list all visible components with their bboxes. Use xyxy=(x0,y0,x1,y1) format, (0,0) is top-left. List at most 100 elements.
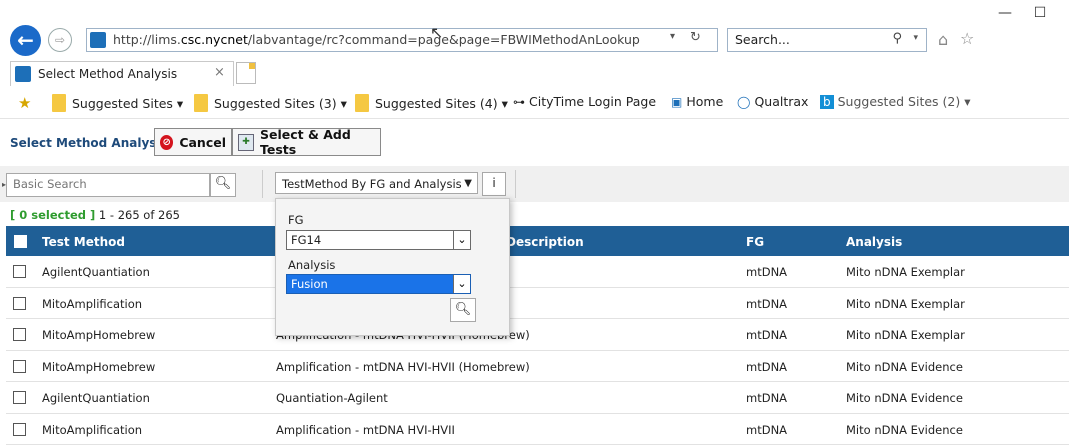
table-row[interactable]: MitoAmpHomebrew Amplification - mtDNA HV… xyxy=(6,319,1069,351)
fav-home[interactable]: ▣Home xyxy=(671,94,723,109)
cell-test-method: AgilentQuantiation xyxy=(42,391,150,405)
address-bar: ← ⇨ http://lims.csc.nycnet/labvantage/rc… xyxy=(0,22,1069,60)
table-row[interactable]: AgilentQuantiation mtDNA Mito nDNA Exemp… xyxy=(6,256,1069,288)
basic-search-button[interactable]: 🔍︎ xyxy=(210,173,236,197)
basic-search-field[interactable]: ▸ xyxy=(6,173,210,197)
cell-test-method: MitoAmpHomebrew xyxy=(42,360,155,374)
analysis-label: Analysis xyxy=(288,258,335,272)
row-checkbox[interactable] xyxy=(13,328,26,341)
cell-fg: mtDNA xyxy=(746,328,787,342)
cell-analysis: Mito nDNA Evidence xyxy=(846,360,963,374)
table-row[interactable]: MitoAmplification mtDNA Mito nDNA Exempl… xyxy=(6,288,1069,320)
search-strip: ▸ 🔍︎ TestMethod By FG and Analysis▼ i xyxy=(0,166,1069,202)
cell-test-method: MitoAmplification xyxy=(42,297,142,311)
selection-info: [ 0 selected ] 1 - 265 of 265 xyxy=(10,208,180,222)
col-test-method[interactable]: Test Method xyxy=(42,235,125,249)
chevron-down-icon[interactable]: ⌄ xyxy=(453,231,470,249)
cell-description: Amplification - mtDNA HVI-HVII xyxy=(276,423,455,437)
search-icon: 🔍︎ xyxy=(215,176,232,191)
tab-bar: Select Method Analysis × xyxy=(0,60,1069,86)
cell-description: Amplification - mtDNA HVI-HVII (Homebrew… xyxy=(276,360,530,374)
tab-select-method-analysis[interactable]: Select Method Analysis × xyxy=(10,61,234,86)
cell-fg: mtDNA xyxy=(746,297,787,311)
fav-qualtrax[interactable]: ◯Qualtrax xyxy=(737,94,808,109)
table-row[interactable]: MitoAmplification Amplification - mtDNA … xyxy=(6,414,1069,445)
fav-citytime-login[interactable]: ⊶CityTime Login Page xyxy=(513,94,656,109)
page-title: Select Method Analysis xyxy=(10,136,168,150)
row-checkbox[interactable] xyxy=(13,297,26,310)
fav-suggested-sites-4[interactable]: Suggested Sites (4) ▾ xyxy=(355,94,508,112)
lookup-filter-popup: FG FG14 ⌄ Analysis Fusion ⌄ 🔍︎ xyxy=(275,198,510,336)
search-icon[interactable]: ⚲ xyxy=(892,31,902,46)
favorites-star-icon[interactable]: ☆ xyxy=(960,29,974,48)
popup-search-button[interactable]: 🔍︎ xyxy=(450,298,476,322)
fav-suggested-sites-3[interactable]: Suggested Sites (3) ▾ xyxy=(194,94,347,112)
cancel-button[interactable]: ⊘Cancel xyxy=(154,128,232,156)
cell-fg: mtDNA xyxy=(746,265,787,279)
table-row[interactable]: MitoAmpHomebrew Amplification - mtDNA HV… xyxy=(6,351,1069,383)
folder-icon xyxy=(194,94,208,112)
refresh-icon[interactable]: ↻ xyxy=(690,30,701,45)
cell-description: Quantiation-Agilent xyxy=(276,391,388,405)
fav-suggested-sites-2[interactable]: bSuggested Sites (2) ▾ xyxy=(820,94,971,109)
forward-arrow-icon: ⇨ xyxy=(55,33,65,47)
cell-analysis: Mito nDNA Evidence xyxy=(846,423,963,437)
chevron-down-icon[interactable]: ⌄ xyxy=(453,275,470,293)
back-button[interactable]: ← xyxy=(10,25,41,56)
url-dropdown-icon[interactable]: ▾ xyxy=(670,31,675,42)
col-fg[interactable]: FG xyxy=(746,235,764,249)
url-field[interactable]: http://lims.csc.nycnet/labvantage/rc?com… xyxy=(86,28,718,52)
forward-button[interactable]: ⇨ xyxy=(48,28,72,52)
info-button[interactable]: i xyxy=(482,172,506,196)
cell-fg: mtDNA xyxy=(746,360,787,374)
search-dropdown-icon[interactable]: ▾ xyxy=(913,33,918,43)
close-icon[interactable]: × xyxy=(214,65,225,80)
fg-select[interactable]: FG14 ⌄ xyxy=(286,230,471,250)
favorites-bar: ★ Suggested Sites ▾ Suggested Sites (3) … xyxy=(0,86,1069,119)
bing-icon: b xyxy=(820,95,834,109)
cell-test-method: MitoAmpHomebrew xyxy=(42,328,155,342)
browser-search-placeholder: Search... xyxy=(735,32,790,47)
folder-icon xyxy=(355,94,369,112)
select-add-tests-button[interactable]: ✚Select & Add Tests xyxy=(232,128,381,156)
cell-fg: mtDNA xyxy=(746,423,787,437)
back-arrow-icon: ← xyxy=(17,28,34,52)
divider xyxy=(262,170,263,198)
row-checkbox[interactable] xyxy=(13,360,26,373)
fg-label: FG xyxy=(288,213,304,227)
dropdown-arrow-icon: ▼ xyxy=(464,173,472,195)
add-favorite-icon[interactable]: ★ xyxy=(18,94,31,112)
expand-caret-icon[interactable]: ▸ xyxy=(2,180,6,189)
home-icon[interactable]: ⌂ xyxy=(938,30,948,49)
selected-count: [ 0 selected ] xyxy=(10,208,95,222)
link-icon: ⊶ xyxy=(513,95,525,109)
col-description[interactable]: Description xyxy=(506,235,584,249)
tab-favicon-icon xyxy=(15,66,31,82)
row-checkbox[interactable] xyxy=(13,391,26,404)
fav-suggested-sites[interactable]: Suggested Sites ▾ xyxy=(52,94,183,112)
mouse-cursor-icon: ↖ xyxy=(430,23,443,42)
lookup-query-select[interactable]: TestMethod By FG and Analysis▼ xyxy=(275,172,478,194)
browser-search-field[interactable]: Search... ⚲ ▾ xyxy=(727,28,927,52)
record-range: 1 - 265 of 265 xyxy=(99,208,180,222)
row-checkbox[interactable] xyxy=(13,423,26,436)
row-checkbox[interactable] xyxy=(13,265,26,278)
folder-icon xyxy=(52,94,66,112)
select-all-checkbox[interactable] xyxy=(14,235,27,248)
table-row[interactable]: AgilentQuantiation Quantiation-Agilent m… xyxy=(6,382,1069,414)
qualtrax-icon: ◯ xyxy=(737,95,750,109)
new-tab-button[interactable] xyxy=(236,62,256,84)
site-favicon-icon xyxy=(90,32,106,48)
cell-analysis: Mito nDNA Exemplar xyxy=(846,265,965,279)
search-icon: 🔍︎ xyxy=(455,302,472,317)
cell-analysis: Mito nDNA Exemplar xyxy=(846,328,965,342)
basic-search-input[interactable] xyxy=(7,174,203,194)
col-analysis[interactable]: Analysis xyxy=(846,235,902,249)
cell-analysis: Mito nDNA Evidence xyxy=(846,391,963,405)
analysis-select[interactable]: Fusion ⌄ xyxy=(286,274,471,294)
app-toolbar: Select Method Analysis ⊘Cancel ✚Select &… xyxy=(0,126,1069,160)
results-table: Test Method Description FG Analysis Agil… xyxy=(6,226,1069,445)
cell-test-method: AgilentQuantiation xyxy=(42,265,150,279)
add-tests-icon: ✚ xyxy=(238,134,254,151)
tab-label: Select Method Analysis xyxy=(38,67,177,81)
